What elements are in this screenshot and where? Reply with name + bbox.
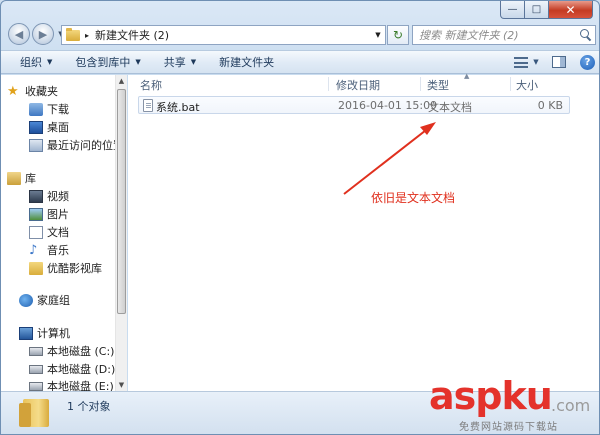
videos-icon (29, 189, 43, 203)
help-icon[interactable]: ? (580, 54, 595, 70)
nav-favorites-label: 收藏夹 (25, 85, 58, 98)
nav-disk-d[interactable]: 本地磁盘 (D:) (29, 360, 115, 378)
folder-icon (66, 27, 80, 41)
drive-icon (29, 346, 43, 356)
file-list: 名称 修改日期 类型 大小 ▲ 系统.bat 2016-04-01 15:09 … (128, 72, 599, 391)
nav-downloads-label: 下载 (47, 103, 69, 116)
nav-disk-d-label: 本地磁盘 (D:) (47, 363, 116, 376)
item-count: 1 个对象 (67, 400, 111, 413)
nav-homegroup[interactable]: 家庭组 (19, 291, 70, 309)
nav-disk-e-label: 本地磁盘 (E:) (47, 380, 114, 391)
star-icon: ★ (7, 83, 19, 99)
nav-pictures-label: 图片 (47, 208, 69, 221)
nav-youku[interactable]: 优酷影视库 (29, 259, 102, 277)
include-in-library-label: 包含到库中 (75, 56, 131, 69)
watermark-tagline: 免费网站源码下载站 (459, 422, 558, 433)
nav-homegroup-label: 家庭组 (37, 294, 70, 307)
folder-icon (29, 261, 43, 275)
chevron-down-icon: ▼ (135, 58, 141, 66)
organize-button[interactable]: 组织 ▼ (9, 54, 64, 70)
homegroup-icon (19, 293, 33, 307)
breadcrumb-current-folder[interactable]: 新建文件夹 (2) (95, 27, 371, 43)
nav-disk-c[interactable]: 本地磁盘 (C:) (29, 342, 114, 360)
pictures-icon (29, 207, 43, 221)
nav-libraries[interactable]: 库 (7, 169, 36, 187)
new-folder-button[interactable]: 新建文件夹 (208, 54, 286, 70)
search-input[interactable]: 搜索 新建文件夹 (2) (419, 27, 577, 43)
annotation-arrow-line (343, 126, 431, 195)
nav-recent[interactable]: 最近访问的位置 (29, 136, 124, 154)
view-options-dropdown[interactable]: ▼ (532, 54, 540, 70)
chevron-down-icon: ▼ (190, 58, 197, 66)
address-history-dropdown[interactable]: ▼ (371, 31, 385, 39)
nav-downloads[interactable]: 下载 (29, 100, 69, 118)
nav-music-label: 音乐 (47, 244, 69, 257)
downloads-icon (29, 102, 43, 116)
forward-arrow-icon: ▶ (38, 27, 48, 41)
chevron-down-icon: ▼ (47, 58, 53, 66)
nav-computer-label: 计算机 (37, 327, 70, 340)
forward-button[interactable]: ▶ (32, 23, 54, 45)
drive-icon (29, 381, 43, 391)
nav-documents[interactable]: 文档 (29, 223, 69, 241)
preview-pane-icon (552, 56, 566, 68)
maximize-button[interactable]: □ (525, 1, 549, 19)
refresh-icon: ↻ (392, 28, 404, 42)
minimize-button[interactable]: — (500, 1, 525, 19)
organize-label: 组织 (20, 56, 42, 69)
close-button[interactable]: ✕ (549, 1, 593, 19)
scroll-down-arrow-icon[interactable]: ▼ (116, 379, 127, 391)
navigation-buttons: ◀ ▶ ▼ (8, 23, 66, 45)
nav-computer[interactable]: 计算机 (19, 324, 70, 342)
nav-libraries-label: 库 (25, 172, 36, 185)
nav-desktop[interactable]: 桌面 (29, 118, 69, 136)
nav-videos-label: 视频 (47, 190, 69, 203)
nav-disk-e[interactable]: 本地磁盘 (E:) (29, 377, 114, 391)
share-label: 共享 (163, 56, 186, 69)
nav-documents-label: 文档 (47, 226, 69, 239)
nav-youku-label: 优酷影视库 (47, 262, 102, 275)
desktop-icon (29, 120, 43, 134)
search-icon[interactable] (577, 26, 595, 44)
nav-disk-c-label: 本地磁盘 (C:) (47, 345, 115, 358)
navigation-pane: ★ 收藏夹 下载 桌面 最近访问的位置 库 视频 图片 文档 ♪ 音乐 优酷影视… (1, 75, 127, 391)
annotation-arrow (343, 122, 436, 195)
share-button[interactable]: 共享 ▼ (153, 54, 208, 70)
nav-music[interactable]: ♪ 音乐 (29, 241, 69, 259)
computer-icon (19, 326, 33, 340)
back-button[interactable]: ◀ (8, 23, 30, 45)
watermark-logo: aspku .com 免费网站源码下载站 (429, 374, 599, 434)
folder-icon (19, 399, 49, 427)
nav-desktop-label: 桌面 (47, 121, 69, 134)
nav-pictures[interactable]: 图片 (29, 205, 69, 223)
breadcrumb-separator[interactable]: ▸ (85, 31, 89, 40)
include-in-library-button[interactable]: 包含到库中 ▼ (64, 54, 152, 70)
watermark-domain: .com (551, 396, 591, 415)
annotation-text: 依旧是文本文档 (371, 191, 456, 205)
views-icon (514, 56, 528, 68)
nav-favorites[interactable]: ★ 收藏夹 (7, 82, 58, 100)
scroll-up-arrow-icon[interactable]: ▲ (116, 75, 127, 87)
refresh-button[interactable]: ↻ (387, 25, 409, 45)
explorer-window: — □ ✕ ◀ ▶ ▼ ▸ 新建文件夹 (2) ▼ ↻ 搜索 新建文件夹 (2)… (0, 0, 600, 435)
nav-recent-label: 最近访问的位置 (47, 139, 124, 152)
library-icon (7, 171, 21, 185)
navigation-pane-scrollbar[interactable]: ▲ ▼ (115, 75, 127, 391)
change-view-button[interactable] (512, 54, 530, 70)
documents-icon (29, 225, 43, 239)
watermark-brand: aspku (429, 374, 553, 418)
command-bar: 组织 ▼ 包含到库中 ▼ 共享 ▼ 新建文件夹 ▼ ? (1, 50, 599, 74)
new-folder-label: 新建文件夹 (219, 56, 275, 69)
command-bar-right: ▼ ? (502, 54, 595, 70)
caption-buttons: — □ ✕ (500, 1, 593, 19)
recent-places-icon (29, 138, 43, 152)
drive-icon (29, 364, 43, 374)
back-arrow-icon: ◀ (14, 27, 24, 41)
music-note-icon: ♪ (29, 242, 38, 258)
nav-videos[interactable]: 视频 (29, 187, 69, 205)
search-box[interactable]: 搜索 新建文件夹 (2) (412, 25, 596, 45)
scrollbar-thumb[interactable] (117, 89, 126, 314)
preview-pane-button[interactable] (550, 54, 568, 70)
address-bar[interactable]: ▸ 新建文件夹 (2) ▼ (61, 25, 386, 45)
